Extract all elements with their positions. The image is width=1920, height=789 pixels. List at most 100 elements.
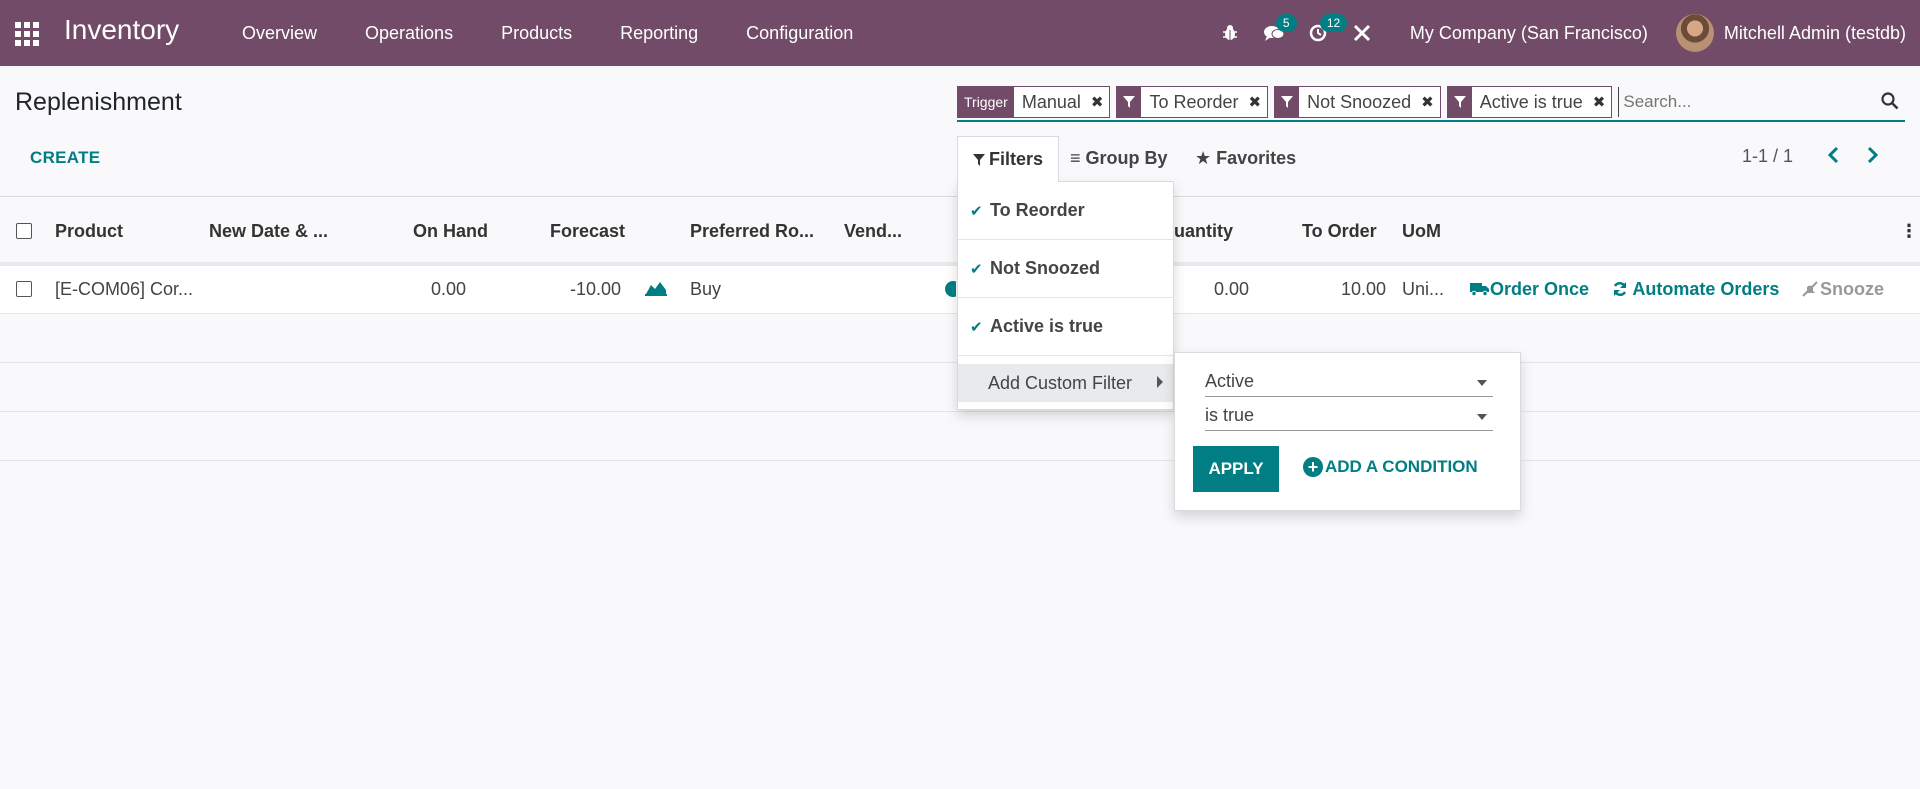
col-product[interactable]: Product <box>55 221 123 242</box>
filter-option-label: Active is true <box>990 316 1104 336</box>
apply-button[interactable]: APPLY <box>1193 446 1279 492</box>
cell-product[interactable]: [E-COM06] Cor... <box>55 279 193 300</box>
systray: 5 12 My Company (San Francisco) Mitchell… <box>1208 0 1920 66</box>
main-menu: Overview Operations Products Reporting C… <box>218 0 877 66</box>
create-button[interactable]: CREATE <box>30 148 100 168</box>
cell-uom: Uni... <box>1402 279 1445 299</box>
messages-badge: 5 <box>1275 14 1297 32</box>
row-checkbox[interactable] <box>16 281 32 297</box>
menu-operations[interactable]: Operations <box>341 23 477 44</box>
page-title: Replenishment <box>15 88 182 116</box>
custom-filter-panel: Active is true APPLY + ADD A CONDITION <box>1174 352 1521 511</box>
messages-chat-icon[interactable]: 5 <box>1252 0 1297 66</box>
chevron-left-icon[interactable] <box>1826 144 1840 170</box>
facet-trigger: Trigger Manual ✖ <box>957 86 1111 118</box>
add-custom-filter-toggle[interactable]: Add Custom Filter <box>958 364 1173 402</box>
group-by-label: Group By <box>1085 148 1168 168</box>
operator-select[interactable]: is true <box>1205 401 1493 431</box>
operator-select-value: is true <box>1205 405 1255 425</box>
tools-icon[interactable] <box>1340 0 1384 66</box>
add-condition-button[interactable]: + ADD A CONDITION <box>1303 457 1478 477</box>
cell-forecast: -10.00 <box>570 279 622 299</box>
snooze-button[interactable]: Snooze <box>1800 279 1884 300</box>
cell-to-order: 10.00 <box>1341 279 1387 299</box>
search-input[interactable] <box>1618 87 1905 117</box>
group-by-toggle[interactable]: ≡ Group By <box>1070 148 1168 169</box>
favorites-toggle[interactable]: ★ Favorites <box>1195 148 1296 169</box>
order-once-label: Order Once <box>1490 279 1590 299</box>
info-icon[interactable] <box>944 280 961 303</box>
forecast-chart-icon[interactable] <box>645 278 667 301</box>
plus-circle-icon: + <box>1303 457 1323 477</box>
filters-dropdown: ✔ To Reorder ✔ Not Snoozed ✔ Active is t… <box>957 181 1174 410</box>
snooze-label: Snooze <box>1820 279 1885 299</box>
pager-value[interactable]: 1-1 / 1 <box>1742 146 1793 167</box>
top-navbar: Inventory Overview Operations Products R… <box>0 0 1920 66</box>
filter-funnel-icon <box>1275 87 1300 117</box>
filter-funnel-icon <box>972 153 985 166</box>
menu-products[interactable]: Products <box>477 23 596 44</box>
apps-menu-icon[interactable] <box>15 22 41 46</box>
cell-on-hand: 0.00 <box>431 279 467 299</box>
automate-orders-button[interactable]: Automate Orders <box>1612 279 1779 300</box>
remove-facet-icon[interactable]: ✖ <box>1589 87 1612 117</box>
field-select-value: Active <box>1205 371 1255 391</box>
truck-icon <box>1470 283 1489 297</box>
facet-value: To Reorder <box>1149 91 1239 112</box>
chevron-right-icon[interactable] <box>1866 144 1880 170</box>
caret-down-icon <box>1477 380 1487 386</box>
empty-row <box>0 412 1920 461</box>
filter-option-label: Not Snoozed <box>990 258 1100 278</box>
field-select[interactable]: Active <box>1205 367 1493 397</box>
favorites-label: Favorites <box>1216 148 1297 168</box>
check-icon: ✔ <box>970 260 983 278</box>
caret-down-icon <box>1477 414 1487 420</box>
filters-toggle[interactable]: Filters <box>957 136 1059 182</box>
search-bar: Trigger Manual ✖ To Reorder ✖ Not Snooze… <box>957 84 1905 122</box>
menu-configuration[interactable]: Configuration <box>722 23 877 44</box>
bars-icon: ≡ <box>1070 148 1081 168</box>
facet-active-is-true: Active is true ✖ <box>1446 86 1613 118</box>
facet-value: Active is true <box>1479 91 1583 112</box>
remove-facet-icon[interactable]: ✖ <box>1245 87 1268 117</box>
col-uom[interactable]: UoM <box>1402 221 1441 242</box>
cell-quantity[interactable]: 0.00 <box>1214 279 1249 300</box>
facet-value: Not Snoozed <box>1307 91 1412 112</box>
filter-option-label: To Reorder <box>990 200 1085 220</box>
facet-value: Manual <box>1021 91 1081 112</box>
col-preferred-route[interactable]: Preferred Ro... <box>690 221 814 242</box>
check-icon: ✔ <box>970 202 983 220</box>
filter-option-not-snoozed[interactable]: ✔ Not Snoozed <box>958 240 1173 298</box>
remove-facet-icon[interactable]: ✖ <box>1087 87 1110 117</box>
caret-right-icon <box>1157 376 1163 388</box>
activities-clock-icon[interactable]: 12 <box>1296 0 1348 66</box>
check-icon: ✔ <box>970 318 983 336</box>
filter-option-to-reorder[interactable]: ✔ To Reorder <box>958 182 1173 240</box>
debug-bug-icon[interactable] <box>1208 0 1252 66</box>
select-all-checkbox[interactable] <box>16 223 32 239</box>
cell-route[interactable]: Buy <box>690 279 721 300</box>
company-switcher[interactable]: My Company (San Francisco) <box>1410 23 1648 44</box>
order-once-button[interactable]: Order Once <box>1470 279 1589 300</box>
app-name[interactable]: Inventory <box>64 14 179 46</box>
facet-label: Trigger <box>958 87 1014 117</box>
col-vendor[interactable]: Vend... <box>844 221 902 242</box>
filter-option-active-is-true[interactable]: ✔ Active is true <box>958 298 1173 356</box>
menu-reporting[interactable]: Reporting <box>596 23 722 44</box>
add-custom-filter-label: Add Custom Filter <box>988 372 1133 393</box>
menu-overview[interactable]: Overview <box>218 23 341 44</box>
col-new-date[interactable]: New Date & ... <box>209 221 328 242</box>
col-on-hand[interactable]: On Hand <box>413 221 488 242</box>
col-forecast[interactable]: Forecast <box>550 221 625 242</box>
bell-slash-icon <box>1802 281 1818 297</box>
search-icon[interactable] <box>1881 92 1899 115</box>
automate-orders-label: Automate Orders <box>1632 279 1780 299</box>
column-options-icon[interactable]: ⋮ <box>1900 221 1918 242</box>
facet-not-snoozed: Not Snoozed ✖ <box>1274 86 1441 118</box>
facet-to-reorder: To Reorder ✖ <box>1116 86 1269 118</box>
remove-facet-icon[interactable]: ✖ <box>1417 87 1440 117</box>
user-name: Mitchell Admin (testdb) <box>1723 22 1906 43</box>
add-condition-label: ADD A CONDITION <box>1325 457 1478 476</box>
col-to-order[interactable]: To Order <box>1302 221 1377 242</box>
user-menu[interactable]: Mitchell Admin (testdb) <box>1675 14 1906 52</box>
